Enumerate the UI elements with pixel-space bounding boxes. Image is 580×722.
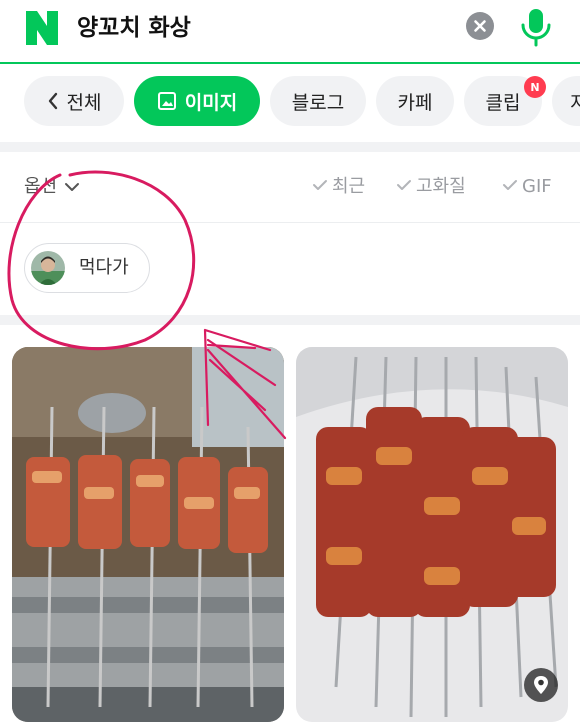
raw-lamb-skewers-photo[interactable] bbox=[296, 347, 568, 722]
filter-gif[interactable]: GIF bbox=[502, 172, 552, 202]
tab-images[interactable]: 이미지 bbox=[134, 76, 260, 126]
source-filter-label: 먹다가 bbox=[79, 257, 129, 278]
naver-logo[interactable] bbox=[23, 9, 61, 47]
image-results bbox=[0, 325, 580, 722]
tab-cafe-label: 카페 bbox=[397, 91, 433, 114]
search-tabs: 전체 이미지 블로그 카페 클립 지 bbox=[0, 64, 580, 142]
chevron-down-icon bbox=[63, 181, 81, 193]
filter-recent[interactable]: 최근 bbox=[312, 172, 365, 202]
tab-blog[interactable]: 블로그 bbox=[270, 76, 366, 126]
source-filter-chip[interactable]: 먹다가 bbox=[24, 243, 150, 293]
lamb-skewers-on-grill-photo[interactable] bbox=[12, 347, 284, 722]
tab-images-label: 이미지 bbox=[184, 91, 238, 114]
check-icon bbox=[312, 172, 332, 202]
filter-high-quality[interactable]: 고화질 bbox=[396, 172, 466, 202]
options-label: 옵션 bbox=[24, 176, 58, 197]
options-bar: 옵션 최근 고화질 GIF bbox=[0, 152, 580, 223]
options-toggle[interactable]: 옵션 bbox=[24, 172, 81, 202]
tab-map-label: 지 bbox=[570, 91, 580, 114]
search-header: 양꼬치 화상 bbox=[0, 0, 580, 64]
location-pin-icon[interactable] bbox=[524, 668, 558, 702]
tab-cafe[interactable]: 카페 bbox=[376, 76, 454, 126]
new-badge: N bbox=[524, 76, 546, 98]
tab-all-label: 전체 bbox=[66, 91, 102, 114]
microphone-icon[interactable] bbox=[516, 6, 556, 48]
tab-clip-label: 클립 bbox=[485, 91, 521, 114]
filter-recent-label: 최근 bbox=[332, 176, 366, 197]
image-icon bbox=[157, 91, 177, 111]
close-circle-icon[interactable] bbox=[466, 12, 494, 40]
filter-high-quality-label: 고화질 bbox=[416, 176, 466, 197]
source-filter-bar: 먹다가 bbox=[0, 223, 580, 315]
check-icon bbox=[396, 172, 416, 202]
tab-all[interactable]: 전체 bbox=[24, 76, 124, 126]
chevron-left-icon bbox=[47, 91, 59, 111]
tab-map[interactable]: 지 bbox=[552, 76, 580, 126]
avatar bbox=[31, 251, 65, 285]
check-icon bbox=[502, 172, 522, 202]
filter-gif-label: GIF bbox=[522, 176, 552, 197]
tab-blog-label: 블로그 bbox=[291, 91, 345, 114]
search-input[interactable]: 양꼬치 화상 bbox=[77, 8, 191, 48]
